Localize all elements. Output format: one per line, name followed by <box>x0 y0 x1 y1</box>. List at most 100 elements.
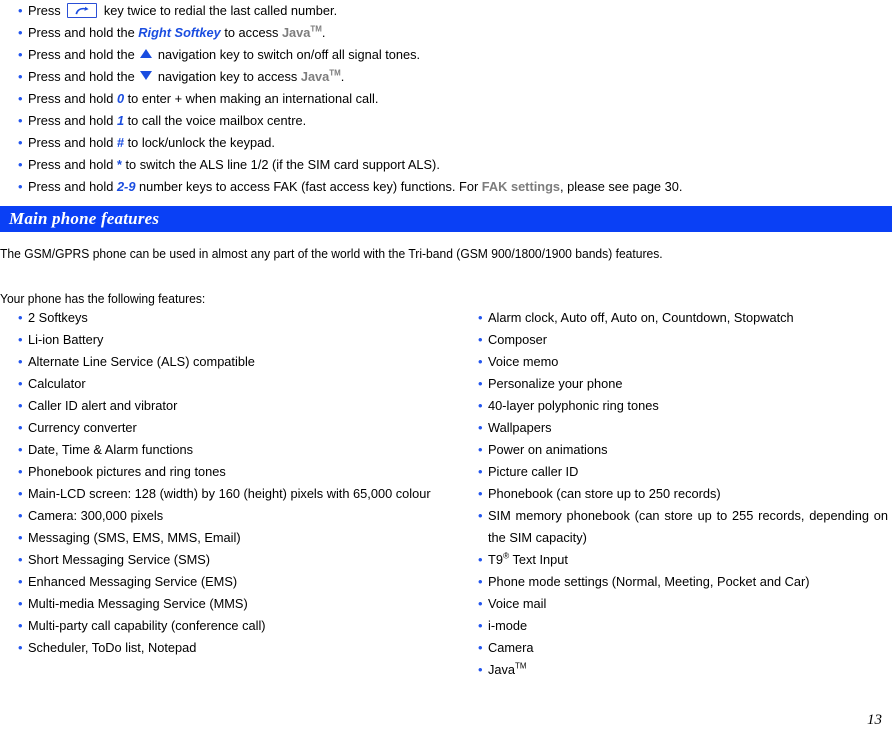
emphasis-key-label: 0 <box>116 91 125 106</box>
feature-text: T9 <box>488 552 503 567</box>
feature-item: Date, Time & Alarm functions <box>0 439 448 461</box>
feature-text: Short Messaging Service (SMS) <box>28 552 211 567</box>
reference-label: Java <box>300 69 330 84</box>
features-left-column: 2 Softkeys Li-ion Battery Alternate Line S… <box>0 307 448 659</box>
trademark-superscript: TM <box>310 24 322 34</box>
feature-text: Camera <box>488 640 534 655</box>
feature-item: Composer <box>460 329 892 351</box>
feature-item: Multi-party call capability (conference … <box>0 615 448 637</box>
emphasis-key-label: # <box>116 135 125 150</box>
instruction-text: Press and hold <box>28 135 117 150</box>
feature-item: i-mode <box>460 615 892 637</box>
instruction-text: Press and hold <box>28 179 117 194</box>
feature-item: Currency converter <box>0 417 448 439</box>
feature-text: Caller ID alert and vibrator <box>28 398 178 413</box>
feature-item: Phone mode settings (Normal, Meeting, Po… <box>460 571 892 593</box>
instruction-item: Press key twice to redial the last calle… <box>0 0 892 22</box>
feature-item: 2 Softkeys <box>0 307 448 329</box>
feature-text: Phonebook (can store up to 250 records) <box>488 486 721 501</box>
instruction-text: navigation key to switch on/off all sign… <box>154 47 421 62</box>
reference-label: FAK settings <box>481 179 561 194</box>
instruction-text: to enter + when making an international … <box>124 91 379 106</box>
feature-item: Caller ID alert and vibrator <box>0 395 448 417</box>
instruction-text: Press and hold the <box>28 47 139 62</box>
feature-item: Alarm clock, Auto off, Auto on, Countdow… <box>460 307 892 329</box>
section-header-bar: Main phone features <box>0 206 892 232</box>
feature-item: Main-LCD screen: 128 (width) by 160 (hei… <box>0 483 448 505</box>
feature-text: Phone mode settings (Normal, Meeting, Po… <box>488 574 810 589</box>
feature-item: Alternate Line Service (ALS) compatible <box>0 351 448 373</box>
instruction-text: key twice to redial the last called numb… <box>100 3 338 18</box>
instruction-text: . <box>321 25 326 40</box>
feature-item: Short Messaging Service (SMS) <box>0 549 448 571</box>
instruction-text: to access <box>220 25 282 40</box>
feature-text: i-mode <box>488 618 528 633</box>
instruction-item: Press and hold 0 to enter + when making … <box>0 88 892 110</box>
feature-text: 2 Softkeys <box>28 310 88 325</box>
feature-text: Currency converter <box>28 420 137 435</box>
instruction-text: Press and hold <box>28 113 117 128</box>
emphasis-key-label: Right Softkey <box>138 25 221 40</box>
manual-page: Press key twice to redial the last calle… <box>0 0 892 735</box>
trademark-superscript: TM <box>515 661 527 671</box>
feature-text: 40-layer polyphonic ring tones <box>488 398 659 413</box>
feature-item: Wallpapers <box>460 417 892 439</box>
instruction-text: Press and hold <box>28 91 117 106</box>
feature-text: Enhanced Messaging Service (EMS) <box>28 574 238 589</box>
features-right-column: Alarm clock, Auto off, Auto on, Countdow… <box>460 307 892 681</box>
call-key-icon <box>67 3 98 18</box>
instruction-text: Press and hold <box>28 157 117 172</box>
feature-item: 40-layer polyphonic ring tones <box>460 395 892 417</box>
feature-text: Alarm clock, Auto off, Auto on, Countdow… <box>488 310 794 325</box>
feature-item: Enhanced Messaging Service (EMS) <box>0 571 448 593</box>
instruction-item: Press and hold 2-9 number keys to access… <box>0 176 892 198</box>
feature-item: Calculator <box>0 373 448 395</box>
feature-item: Multi-media Messaging Service (MMS) <box>0 593 448 615</box>
feature-item: Messaging (SMS, EMS, MMS, Email) <box>0 527 448 549</box>
feature-text: Phonebook pictures and ring tones <box>28 464 226 479</box>
feature-item: Voice memo <box>460 351 892 373</box>
section-title: Main phone features <box>9 209 160 228</box>
feature-item: SIM memory phonebook (can store up to 25… <box>460 505 892 549</box>
press-and-hold-instruction-list: Press key twice to redial the last calle… <box>0 0 892 198</box>
feature-text: Messaging (SMS, EMS, MMS, Email) <box>28 530 241 545</box>
instruction-item: Press and hold * to switch the ALS line … <box>0 154 892 176</box>
instruction-text: navigation key to access <box>154 69 301 84</box>
feature-text-suffix: Text Input <box>509 552 568 567</box>
page-number: 13 <box>867 712 882 728</box>
feature-text: Power on animations <box>488 442 608 457</box>
feature-text: Multi-party call capability (conference … <box>28 618 266 633</box>
feature-text: Date, Time & Alarm functions <box>28 442 194 457</box>
feature-item: Camera <box>460 637 892 659</box>
instruction-text: Press <box>28 3 65 18</box>
instruction-text: Press and hold the <box>28 69 139 84</box>
feature-text: Personalize your phone <box>488 376 623 391</box>
feature-item: Scheduler, ToDo list, Notepad <box>0 637 448 659</box>
feature-text: Alternate Line Service (ALS) compatible <box>28 354 255 369</box>
instruction-item: Press and hold 1 to call the voice mailb… <box>0 110 892 132</box>
instruction-item: Press and hold the Right Softkey to acce… <box>0 22 892 44</box>
feature-item: Picture caller ID <box>460 461 892 483</box>
instruction-text: number keys to access FAK (fast access k… <box>135 179 482 194</box>
feature-item: Phonebook (can store up to 250 records) <box>460 483 892 505</box>
feature-item: Phonebook pictures and ring tones <box>0 461 448 483</box>
instruction-item: Press and hold # to lock/unlock the keyp… <box>0 132 892 154</box>
feature-text: Picture caller ID <box>488 464 579 479</box>
feature-item: Personalize your phone <box>460 373 892 395</box>
feature-item: T9® Text Input <box>460 549 892 571</box>
instruction-text: to switch the ALS line 1/2 (if the SIM c… <box>121 157 440 172</box>
feature-text: Camera: 300,000 pixels <box>28 508 164 523</box>
arrow-up-icon <box>140 49 153 58</box>
feature-text: Calculator <box>28 376 86 391</box>
feature-item: JavaTM <box>460 659 892 681</box>
feature-text: Li-ion Battery <box>28 332 104 347</box>
instruction-item: Press and hold the navigation key to swi… <box>0 44 892 66</box>
instruction-text: to call the voice mailbox centre. <box>124 113 307 128</box>
feature-text: Composer <box>488 332 548 347</box>
feature-text: Main-LCD screen: 128 (width) by 160 (hei… <box>28 486 431 501</box>
intro-paragraph: The GSM/GPRS phone can be used in almost… <box>0 246 663 261</box>
feature-text: Multi-media Messaging Service (MMS) <box>28 596 248 611</box>
feature-item: Li-ion Battery <box>0 329 448 351</box>
feature-text: Voice memo <box>488 354 559 369</box>
arrow-down-icon <box>140 71 153 80</box>
